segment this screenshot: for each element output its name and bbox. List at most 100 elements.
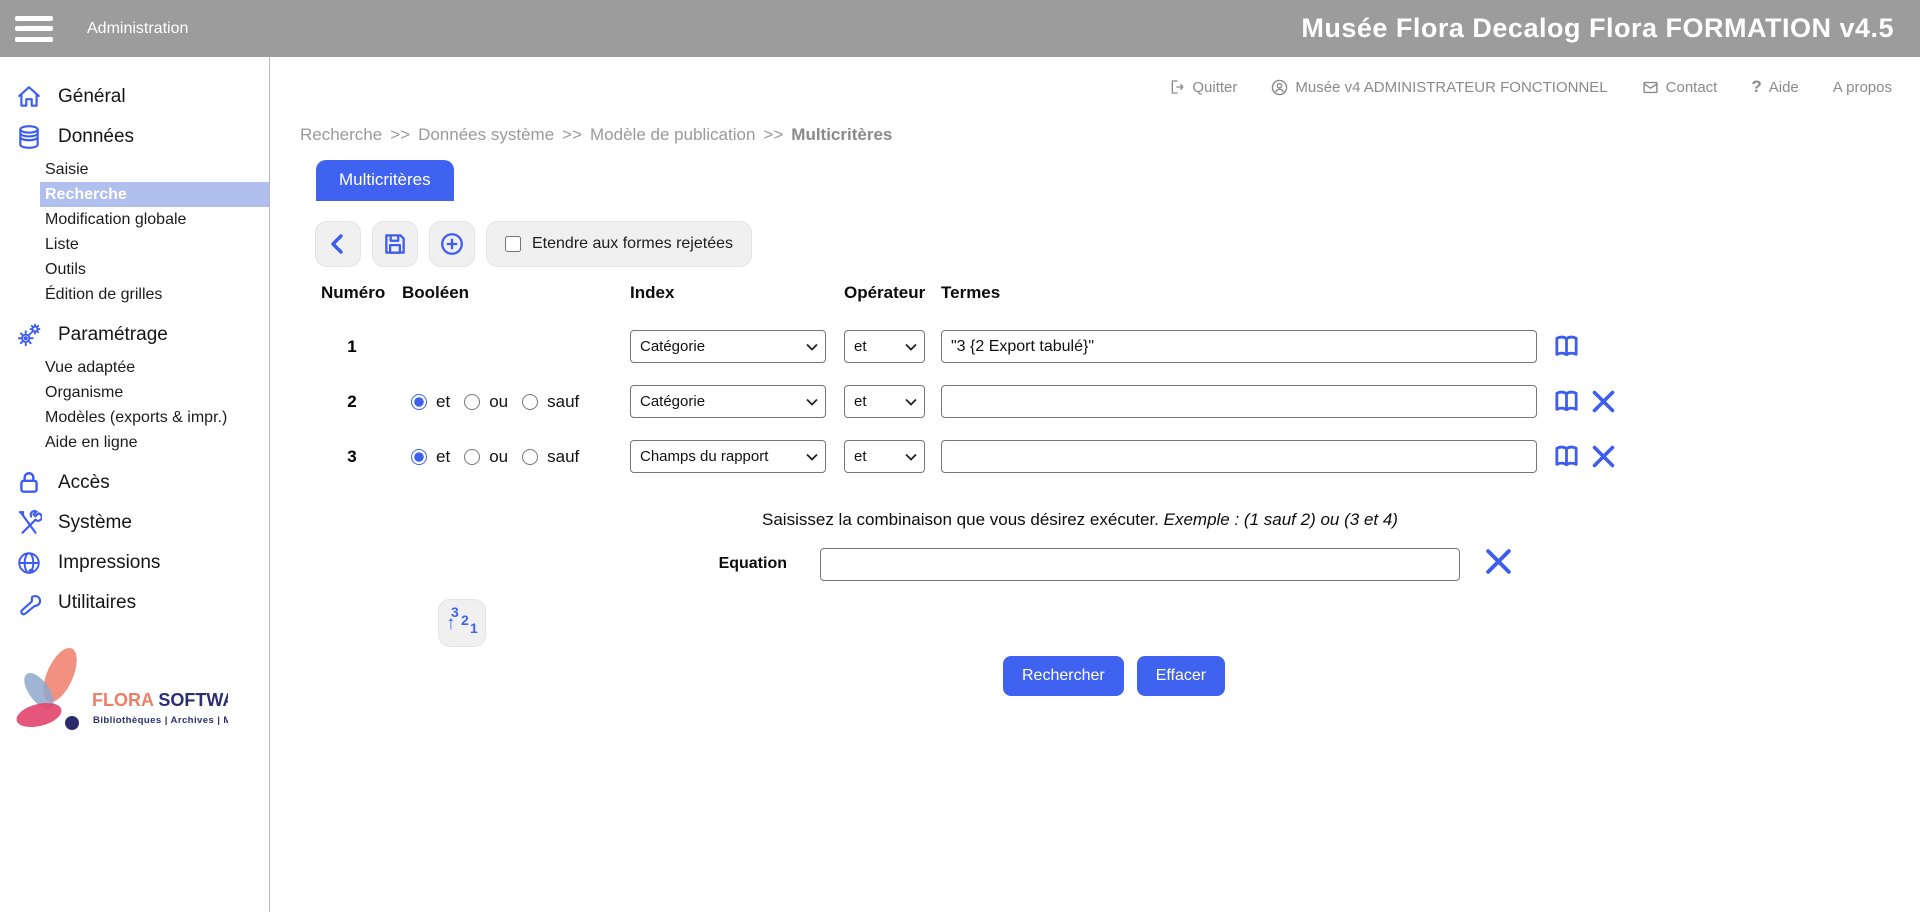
breadcrumb-part[interactable]: Modèle de publication: [590, 125, 755, 144]
extend-rejected-forms-checkbox[interactable]: [505, 236, 521, 252]
window-title: Musée Flora Decalog Flora FORMATION v4.5: [1301, 0, 1894, 57]
sidebar-item-outils[interactable]: Outils: [40, 257, 269, 282]
termes-input-row1[interactable]: [941, 330, 1537, 363]
effacer-button[interactable]: Effacer: [1137, 656, 1225, 696]
user-bar: Quitter Musée v4 ADMINISTRATEUR FONCTION…: [1169, 77, 1892, 97]
radio-label-et[interactable]: et: [436, 447, 450, 467]
boolean-radios-row2: et ou sauf: [402, 374, 630, 429]
termes-input-row3[interactable]: [941, 440, 1537, 473]
sidebar-item-saisie[interactable]: Saisie: [40, 157, 269, 182]
sidebar-item-label: Paramétrage: [58, 324, 168, 346]
chevron-left-icon: [326, 232, 350, 256]
sidebar-item-recherche[interactable]: Recherche: [40, 182, 269, 207]
radio-label-sauf[interactable]: sauf: [547, 447, 579, 467]
clear-equation-button[interactable]: [1483, 546, 1514, 577]
sidebar-item-label: Données: [58, 126, 134, 148]
database-icon: [16, 124, 42, 150]
operator-select-row2[interactable]: et: [844, 385, 925, 418]
sidebar-item-systeme[interactable]: Système: [0, 503, 269, 543]
sidebar-item-aide-en-ligne[interactable]: Aide en ligne: [40, 430, 269, 455]
current-user[interactable]: Musée v4 ADMINISTRATEUR FONCTIONNEL: [1271, 79, 1607, 96]
sidebar-item-impressions[interactable]: Impressions: [0, 543, 269, 583]
flora-software-logo: FLORA SOFTWARE Bibliothèques | Archives …: [8, 642, 228, 747]
index-select-row3[interactable]: Champs du rapport: [630, 440, 826, 473]
sidebar-item-label: Accès: [58, 472, 110, 494]
breadcrumb-part[interactable]: Données système: [418, 125, 554, 144]
contact-link[interactable]: Contact: [1642, 79, 1718, 96]
breadcrumb-part[interactable]: Recherche: [300, 125, 382, 144]
radio-et-row3[interactable]: [411, 449, 427, 465]
sidebar-item-label: Système: [58, 512, 132, 534]
delete-criterion-button-row2[interactable]: [1590, 388, 1617, 415]
lexicon-book-button-row2[interactable]: [1552, 387, 1581, 416]
equation-hint: Saisissez la combinaison que vous désire…: [560, 510, 1600, 530]
sidebar-item-label: Impressions: [58, 552, 160, 574]
x-icon: [1483, 546, 1514, 577]
open-book-icon: [1552, 442, 1581, 471]
sidebar-item-edition-de-grilles[interactable]: Édition de grilles: [40, 282, 269, 307]
index-select-row2[interactable]: Catégorie: [630, 385, 826, 418]
lexicon-book-button-row1[interactable]: [1552, 332, 1581, 361]
svg-text:Bibliothèques | Archives | Mus: Bibliothèques | Archives | Musées: [93, 715, 228, 726]
tab-multicriteres[interactable]: Multicritères: [316, 160, 454, 201]
equation-input[interactable]: [820, 548, 1460, 581]
extend-rejected-forms-option[interactable]: Etendre aux formes rejetées: [486, 221, 752, 267]
sidebar-item-label: Général: [58, 86, 126, 108]
criteria-table: Numéro Booléen Index Opérateur Termes 1 …: [321, 283, 1647, 484]
sidebar-item-acces[interactable]: Accès: [0, 463, 269, 503]
sidebar-item-parametrage[interactable]: Paramétrage: [0, 315, 269, 355]
sidebar-item-general[interactable]: Général: [0, 77, 269, 117]
globe-icon: [16, 550, 42, 576]
operator-select-row3[interactable]: et: [844, 440, 925, 473]
radio-ou-row2[interactable]: [464, 394, 480, 410]
top-bar: Administration Musée Flora Decalog Flora…: [0, 0, 1920, 57]
gears-icon: [16, 322, 42, 348]
hamburger-menu-icon[interactable]: [15, 16, 53, 42]
radio-label-ou[interactable]: ou: [489, 392, 508, 412]
a-propos-link[interactable]: A propos: [1833, 79, 1892, 96]
sidebar-item-vue-adaptee[interactable]: Vue adaptée: [40, 355, 269, 380]
x-icon: [1590, 388, 1617, 415]
tools-icon: [16, 510, 42, 536]
radio-sauf-row2[interactable]: [522, 394, 538, 410]
sidebar-item-organisme[interactable]: Organisme: [40, 380, 269, 405]
radio-label-sauf[interactable]: sauf: [547, 392, 579, 412]
delete-criterion-button-row3[interactable]: [1590, 443, 1617, 470]
plus-circle-icon: [439, 231, 465, 257]
breadcrumb: Recherche>>Données système>>Modèle de pu…: [300, 125, 892, 145]
operator-select-row1[interactable]: et: [844, 330, 925, 363]
sidebar-item-donnees[interactable]: Données: [0, 117, 269, 157]
lexicon-book-button-row3[interactable]: [1552, 442, 1581, 471]
user-icon: [1271, 79, 1288, 96]
radio-label-ou[interactable]: ou: [489, 447, 508, 467]
add-criterion-button[interactable]: [429, 221, 475, 267]
quitter-link[interactable]: Quitter: [1169, 79, 1237, 96]
radio-sauf-row3[interactable]: [522, 449, 538, 465]
rechercher-button[interactable]: Rechercher: [1003, 656, 1124, 696]
x-icon: [1590, 443, 1617, 470]
termes-input-row2[interactable]: [941, 385, 1537, 418]
checkbox-label: Etendre aux formes rejetées: [532, 235, 733, 253]
aide-link[interactable]: ? Aide: [1751, 77, 1798, 97]
sidebar-item-modeles[interactable]: Modèles (exports & impr.): [40, 405, 269, 430]
radio-ou-row3[interactable]: [464, 449, 480, 465]
back-button[interactable]: [315, 221, 361, 267]
question-icon: ?: [1751, 77, 1761, 97]
app-title: Administration: [87, 20, 188, 38]
index-select-row1[interactable]: Catégorie: [630, 330, 826, 363]
radio-label-et[interactable]: et: [436, 392, 450, 412]
save-icon: [382, 231, 408, 257]
sidebar-item-label: Utilitaires: [58, 592, 136, 614]
boolean-radios-row3: et ou sauf: [402, 429, 630, 484]
sidebar-item-modification-globale[interactable]: Modification globale: [40, 207, 269, 232]
svg-text:FLORA SOFTWARE: FLORA SOFTWARE: [92, 690, 228, 710]
mail-icon: [1642, 79, 1659, 96]
breadcrumb-current: Multicritères: [791, 125, 892, 144]
wrench-icon: [16, 590, 42, 616]
sort-criteria-button[interactable]: 3 2 1 ↑: [438, 599, 486, 647]
save-button[interactable]: [372, 221, 418, 267]
sidebar: Général Données Saisie Recherche Modific…: [0, 57, 270, 912]
sidebar-item-liste[interactable]: Liste: [40, 232, 269, 257]
sidebar-item-utilitaires[interactable]: Utilitaires: [0, 583, 269, 623]
radio-et-row2[interactable]: [411, 394, 427, 410]
